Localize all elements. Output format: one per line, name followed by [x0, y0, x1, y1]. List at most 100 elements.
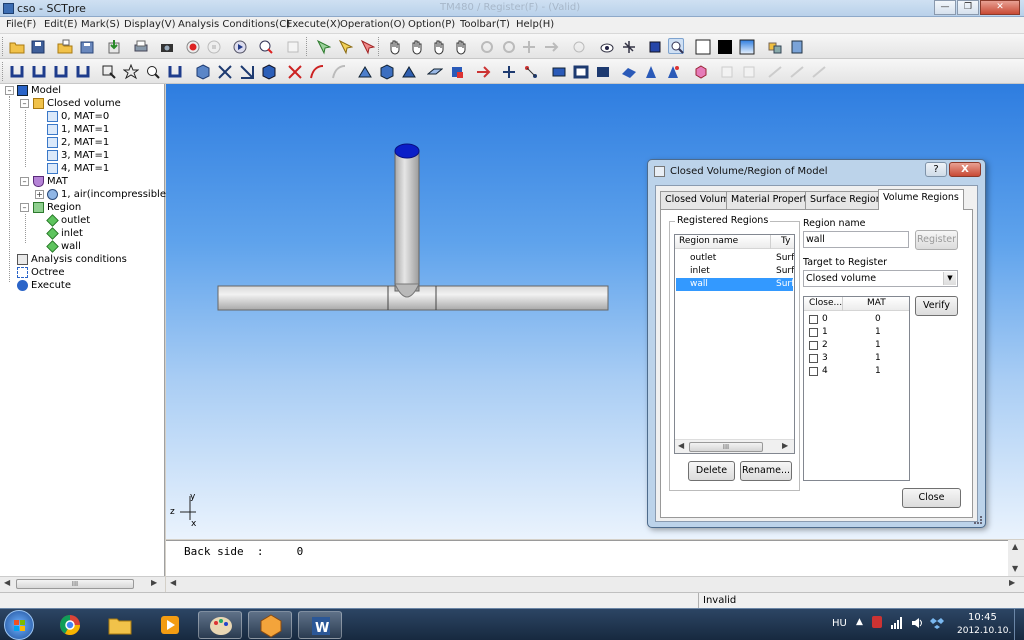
black-background-icon[interactable] — [716, 38, 732, 54]
menu-display[interactable]: Display(V) — [124, 19, 176, 30]
tree-item-region-inlet[interactable]: inlet — [46, 227, 83, 240]
scroll-right-icon[interactable]: ▶ — [782, 441, 788, 450]
shape-3-icon[interactable] — [400, 63, 416, 79]
closed-volume-list[interactable]: Close... MAT 0 0 1 1 2 1 3 1 4 1 — [803, 296, 910, 481]
clipboard-icon[interactable] — [788, 38, 804, 54]
scroll-left-icon[interactable]: ◀ — [678, 441, 684, 450]
disabled-4-icon[interactable] — [788, 63, 804, 79]
zoom-icon[interactable] — [144, 63, 160, 79]
tree-collapse-closed-volume[interactable]: – — [20, 99, 29, 108]
arrows-disabled-icon[interactable] — [542, 38, 559, 54]
hand-rotate-icon[interactable] — [408, 38, 424, 55]
register-button[interactable]: Register — [915, 230, 958, 250]
list-item[interactable]: inlet Surf — [676, 265, 794, 278]
scroll-right-icon[interactable]: ▶ — [1009, 578, 1015, 587]
select-box-icon[interactable] — [100, 63, 116, 79]
tree-item-mat[interactable]: MAT — [33, 175, 68, 188]
move-disabled-icon[interactable] — [520, 38, 536, 54]
disabled-2-icon[interactable] — [740, 63, 756, 79]
scroll-thumb[interactable]: III — [689, 442, 763, 452]
regions-list-hscroll[interactable]: ◀ III ▶ — [675, 439, 794, 453]
zoom-window-icon[interactable] — [668, 38, 684, 54]
resize-grip[interactable] — [974, 516, 982, 524]
tree-item-octree[interactable]: Octree — [17, 266, 65, 279]
toolbar-grip[interactable] — [378, 37, 381, 56]
target-to-register-select[interactable]: Closed volume ▼ — [803, 270, 958, 287]
tree-item-material-air[interactable]: 1, air(incompressible/20 — [47, 188, 182, 201]
list-item-selected[interactable]: wall Surf — [676, 278, 794, 291]
output-vertical-scrollbar[interactable]: ▲ ▼ — [1008, 540, 1024, 576]
scroll-down-icon[interactable]: ▼ — [1012, 564, 1018, 573]
gradient-background-icon[interactable] — [738, 38, 755, 55]
tree-item-analysis-conditions[interactable]: Analysis conditions — [17, 253, 127, 266]
toolbar-grip[interactable] — [2, 62, 5, 81]
disabled-1-icon[interactable] — [718, 63, 734, 79]
verify-button[interactable]: Verify — [915, 296, 958, 316]
tree-expand-mat-item[interactable]: + — [35, 190, 44, 199]
u-shape-4-icon[interactable] — [74, 63, 90, 79]
dropbox-icon[interactable] — [930, 616, 944, 633]
toolbar-grip[interactable] — [306, 37, 309, 56]
tree-item-execute[interactable]: Execute — [17, 279, 71, 292]
scroll-left-icon[interactable]: ◀ — [170, 578, 176, 587]
tab-volume-regions[interactable]: Volume Regions — [878, 189, 964, 210]
hand-pan-icon[interactable] — [430, 38, 446, 55]
search-run-icon[interactable] — [257, 38, 273, 54]
scroll-right-icon[interactable]: ▶ — [151, 578, 157, 587]
regions-list[interactable]: Region name Ty outlet Surf inlet Surf wa… — [674, 234, 795, 454]
frame-outline-icon[interactable] — [572, 63, 589, 79]
import-icon[interactable] — [105, 38, 121, 54]
rotate-axis-disabled-icon[interactable] — [500, 38, 516, 54]
u-shape-1-icon[interactable] — [8, 63, 24, 79]
media-player-taskbar-button[interactable] — [148, 611, 192, 639]
volume-checkbox[interactable] — [809, 328, 818, 337]
table-row[interactable]: 3 1 — [805, 352, 909, 365]
tree-item-volume-1[interactable]: 1, MAT=1 — [47, 123, 109, 136]
frame-icon[interactable] — [550, 63, 566, 79]
tree-item-closed-volume[interactable]: Closed volume — [33, 97, 121, 110]
cube-view-icon[interactable] — [194, 63, 210, 80]
volume-checkbox[interactable] — [809, 367, 818, 376]
fit-view-icon[interactable] — [166, 63, 182, 79]
rename-button[interactable]: Rename... — [740, 461, 792, 481]
volume-checkbox[interactable] — [809, 341, 818, 350]
blue-cube-icon[interactable] — [646, 38, 662, 54]
scroll-thumb[interactable]: III — [16, 579, 134, 589]
select-point-icon[interactable] — [314, 38, 331, 55]
mesh-settings-icon[interactable] — [766, 38, 782, 54]
tree-item-region[interactable]: Region — [33, 201, 81, 214]
solid-cube-icon[interactable] — [260, 63, 276, 80]
arc-disabled-icon[interactable] — [330, 63, 346, 79]
table-row[interactable]: 0 0 — [805, 313, 909, 326]
start-button[interactable] — [4, 610, 34, 640]
volume-icon[interactable] — [910, 616, 924, 633]
shape-2-icon[interactable] — [378, 63, 394, 80]
fill-surface-icon[interactable] — [620, 63, 636, 79]
menu-edit[interactable]: Edit(E) — [44, 19, 78, 30]
scroll-left-icon[interactable]: ◀ — [4, 578, 10, 587]
menu-analysis-conditions[interactable]: Analysis Conditions(C) — [178, 19, 290, 30]
tree-item-volume-3[interactable]: 3, MAT=1 — [47, 149, 109, 162]
dialog-close-x-button[interactable]: X — [949, 162, 981, 177]
col-type[interactable]: Ty — [781, 236, 790, 246]
u-shape-3-icon[interactable] — [52, 63, 68, 79]
transform-icon[interactable] — [474, 63, 491, 79]
open-project-icon[interactable] — [56, 38, 73, 54]
show-desktop-button[interactable] — [1014, 609, 1024, 640]
disabled-5-icon[interactable] — [810, 63, 826, 79]
tree-collapse-region[interactable]: – — [20, 203, 29, 212]
select-face-icon[interactable] — [358, 38, 375, 55]
region-name-input[interactable]: wall — [803, 231, 909, 248]
word-taskbar-button[interactable]: W — [298, 611, 342, 639]
network-signal-icon[interactable] — [890, 616, 904, 633]
volume-checkbox[interactable] — [809, 354, 818, 363]
play-icon[interactable] — [231, 38, 247, 54]
tree-item-region-outlet[interactable]: outlet — [46, 214, 90, 227]
pink-hex-icon[interactable] — [692, 63, 708, 79]
copy-disabled-icon[interactable] — [284, 38, 300, 54]
restore-button[interactable]: ❐ — [957, 0, 979, 15]
menu-help[interactable]: Help(H) — [516, 19, 554, 30]
col-mat[interactable]: MAT — [867, 298, 886, 308]
list-item[interactable]: outlet Surf — [676, 252, 794, 265]
menu-toolbar[interactable]: Toolbar(T) — [460, 19, 510, 30]
